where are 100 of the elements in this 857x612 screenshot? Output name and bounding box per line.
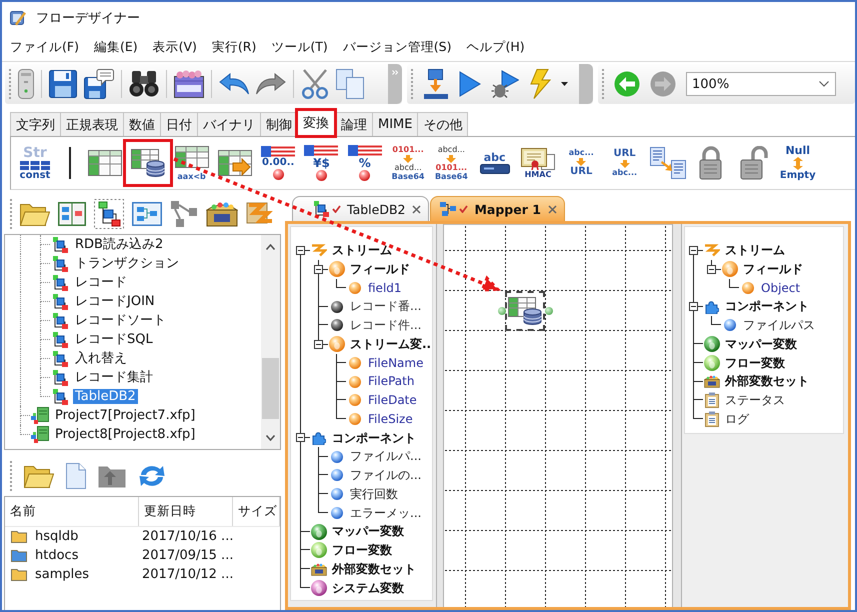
- tree-node[interactable]: ファイルの...: [348, 468, 424, 483]
- refresh-icon[interactable]: [138, 463, 166, 489]
- open-folder-icon[interactable]: [24, 464, 54, 488]
- scroll-down-icon[interactable]: [266, 435, 275, 441]
- category-tab[interactable]: 日付: [160, 112, 198, 136]
- new-document-icon[interactable]: [66, 463, 86, 489]
- tree-node[interactable]: レコード番...: [348, 299, 424, 314]
- menu-item[interactable]: 表示(V): [150, 39, 199, 56]
- tree-node[interactable]: Project7[Project7.xfp]: [53, 408, 198, 424]
- tree-node[interactable]: フロー変数: [723, 356, 787, 370]
- tree-node[interactable]: ストリーム: [330, 243, 394, 258]
- palette-item[interactable]: 0101... abcd... Base64: [388, 140, 428, 186]
- palette-item[interactable]: Str const: [15, 140, 55, 186]
- palette-item[interactable]: abc... URL: [561, 140, 602, 186]
- category-tab[interactable]: 論理: [335, 112, 373, 136]
- save-as-icon[interactable]: [84, 69, 114, 99]
- binoculars-icon[interactable]: [129, 71, 159, 97]
- tree-node[interactable]: レコードSQL: [73, 332, 155, 348]
- undo-icon[interactable]: [219, 73, 249, 95]
- diagram-icon[interactable]: [132, 202, 162, 226]
- tree-toggle[interactable]: [314, 264, 323, 274]
- back-icon[interactable]: [614, 71, 640, 97]
- tree-node[interactable]: システム変数: [330, 580, 406, 596]
- lightning-icon[interactable]: [529, 69, 551, 99]
- tree-node[interactable]: レコードソート: [73, 312, 168, 328]
- tree-node[interactable]: ファイルパス: [741, 318, 817, 333]
- tree-node[interactable]: Object: [759, 280, 802, 296]
- tree-node[interactable]: フロー変数: [330, 543, 394, 558]
- tree-toggle[interactable]: [296, 433, 305, 442]
- scrollbar[interactable]: [261, 235, 280, 449]
- tree-node[interactable]: フィールド: [741, 262, 805, 276]
- file-name[interactable]: samples: [35, 567, 90, 582]
- box-arrow-down-icon[interactable]: [423, 69, 449, 99]
- column-header[interactable]: サイズ: [233, 497, 280, 526]
- tree-node[interactable]: ファイルパ...: [348, 449, 424, 464]
- palette-item[interactable]: aax<b: [172, 140, 212, 186]
- tree-node[interactable]: コンポーネント: [330, 430, 418, 446]
- tree-node[interactable]: 入れ替え: [73, 350, 129, 366]
- editor-tab[interactable]: TableDB2: [292, 196, 430, 221]
- copy-icon[interactable]: [336, 69, 364, 99]
- tree-node[interactable]: FilePath: [366, 374, 416, 389]
- palette-item[interactable]: URL abc...: [604, 140, 645, 186]
- zoom-select[interactable]: 100%: [686, 72, 836, 96]
- treasure-chest-icon[interactable]: [206, 201, 238, 227]
- tree-toggle[interactable]: [689, 246, 698, 255]
- tree-node[interactable]: 外部変数セット: [723, 374, 811, 389]
- bug-play-icon[interactable]: [491, 70, 519, 98]
- tree-node[interactable]: field1: [366, 280, 404, 296]
- tree-node[interactable]: FileDate: [366, 393, 419, 408]
- palette-item[interactable]: Null Empty: [778, 140, 818, 186]
- tree-node[interactable]: レコードJOIN: [73, 294, 157, 310]
- menu-item[interactable]: ヘルプ(H): [464, 39, 527, 56]
- tree-node[interactable]: ストリーム変...: [348, 336, 432, 352]
- save-icon[interactable]: [49, 70, 77, 98]
- tree-node[interactable]: レコード: [73, 274, 129, 290]
- category-tab[interactable]: 正規表現: [60, 112, 124, 136]
- file-name[interactable]: htdocs: [35, 548, 78, 563]
- tree-toggle[interactable]: [689, 302, 698, 312]
- category-tab[interactable]: 制御: [260, 112, 298, 136]
- column-header[interactable]: 名前: [5, 497, 139, 526]
- open-folder-icon[interactable]: [20, 202, 50, 226]
- tree-node[interactable]: TableDB2: [73, 388, 138, 404]
- redo-icon[interactable]: [256, 73, 286, 95]
- palette-item[interactable]: 0.00..: [258, 140, 298, 186]
- forward-icon[interactable]: [650, 71, 676, 97]
- scrollbar-thumb[interactable]: [262, 358, 279, 419]
- device-icon[interactable]: [18, 69, 34, 99]
- tree-node[interactable]: FileSize: [366, 412, 415, 426]
- palette-item[interactable]: ¥$: [301, 140, 342, 186]
- tree-node[interactable]: RDB読み込み2: [73, 236, 166, 252]
- tree-toggle[interactable]: [314, 340, 323, 349]
- tree-node[interactable]: Project8[Project8.xfp]: [53, 426, 198, 442]
- palette-item[interactable]: abc: [474, 140, 515, 186]
- dropdown-caret-icon[interactable]: [561, 82, 568, 86]
- tree-node[interactable]: マッパー変数: [723, 336, 799, 352]
- tree-node[interactable]: レコード集計: [73, 370, 155, 386]
- panes-icon[interactable]: [58, 202, 86, 226]
- close-icon[interactable]: [412, 204, 422, 214]
- play-icon[interactable]: [459, 71, 481, 97]
- file-name[interactable]: hsqldb: [35, 529, 78, 544]
- column-header[interactable]: 更新日時: [139, 497, 233, 526]
- category-tab[interactable]: その他: [417, 112, 468, 136]
- category-tab[interactable]: 文字列: [10, 112, 61, 136]
- menu-item[interactable]: 実行(R): [210, 39, 258, 56]
- menu-item[interactable]: 編集(E): [92, 39, 140, 56]
- tree-node[interactable]: レコード件...: [348, 318, 424, 333]
- flow-icon[interactable]: [94, 199, 124, 229]
- palette-item[interactable]: [123, 139, 174, 187]
- folder-up-icon[interactable]: [98, 464, 126, 488]
- tree-node[interactable]: トランザクション: [73, 256, 181, 272]
- tree-toggle[interactable]: [296, 246, 305, 255]
- category-tab[interactable]: バイナリ: [197, 112, 261, 136]
- category-tab[interactable]: MIME: [372, 112, 418, 136]
- tree-node[interactable]: FileName: [366, 356, 426, 370]
- editor-tab[interactable]: Mapper 1: [430, 196, 565, 221]
- scissors-icon[interactable]: [301, 69, 329, 99]
- network-icon[interactable]: [170, 200, 198, 228]
- mapper-node[interactable]: [505, 291, 545, 331]
- scroll-up-icon[interactable]: [266, 244, 275, 250]
- tree-node[interactable]: ログ: [723, 412, 751, 426]
